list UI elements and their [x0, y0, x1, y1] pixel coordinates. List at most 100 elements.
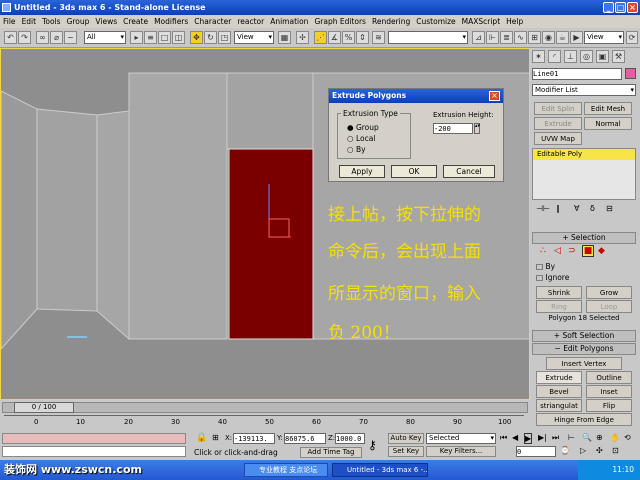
go-to-start-icon[interactable]: ⏮ — [500, 433, 507, 443]
render-scene-icon[interactable]: ☕ — [556, 31, 569, 44]
go-to-end-icon[interactable]: ⏭ — [552, 433, 559, 443]
link-icon[interactable]: ∞ — [36, 31, 49, 44]
select-object-icon[interactable]: ▸ — [130, 31, 143, 44]
radio-by[interactable]: ○ By — [347, 145, 366, 154]
menu-rendering[interactable]: Rendering — [369, 17, 413, 26]
time-slider-track[interactable] — [2, 402, 528, 413]
utilities-tab-icon[interactable]: ⚒ — [612, 50, 625, 63]
maxscript-input[interactable] — [2, 446, 186, 457]
region-select-icon[interactable]: □ — [158, 31, 171, 44]
object-name-field[interactable] — [532, 68, 622, 80]
menu-tools[interactable]: Tools — [39, 17, 63, 26]
edit-polygons-rollout[interactable]: − Edit Polygons — [532, 343, 636, 355]
hierarchy-tab-icon[interactable]: ⊥ — [564, 50, 577, 63]
uvw-map-button[interactable]: UVW Map — [534, 132, 582, 145]
close-button[interactable]: × — [627, 2, 638, 13]
percent-snap-icon[interactable]: % — [342, 31, 355, 44]
mirror-icon[interactable]: ⊿ — [472, 31, 485, 44]
taskbar-item-3dsmax[interactable]: Untitled - 3ds max 6 -... — [332, 463, 428, 477]
normal-button[interactable]: Normal — [584, 117, 632, 130]
inset-button[interactable]: Inset — [586, 385, 632, 398]
zoom-all-icon[interactable]: ⊕ — [596, 433, 603, 442]
menu-create[interactable]: Create — [120, 17, 151, 26]
by-vertex-checkbox[interactable]: □ By — [536, 262, 555, 271]
edit-spline-button[interactable]: Edit Splin — [534, 102, 582, 115]
angle-snap-icon[interactable]: ∡ — [328, 31, 341, 44]
select-scale-icon[interactable]: ◳ — [218, 31, 231, 44]
named-selection-dropdown[interactable] — [388, 31, 468, 44]
selection-filter-dropdown[interactable]: All — [84, 31, 126, 44]
align-icon[interactable]: ⊩ — [486, 31, 499, 44]
add-time-tag-button[interactable]: Add Time Tag — [300, 447, 362, 458]
radio-group[interactable]: ● Group — [347, 123, 379, 132]
ignore-backfacing-checkbox[interactable]: □ Ignore — [536, 273, 569, 282]
arc-rotate-icon[interactable]: ✣ — [596, 446, 603, 455]
make-unique-icon[interactable]: ∀ — [574, 204, 579, 213]
menu-customize[interactable]: Customize — [413, 17, 458, 26]
bind-spacewarp-icon[interactable]: ~ — [64, 31, 77, 44]
select-rotate-icon[interactable]: ↻ — [204, 31, 217, 44]
show-end-result-icon[interactable]: ∥ — [556, 204, 560, 213]
menu-reactor[interactable]: reactor — [234, 17, 267, 26]
maximize-viewport-icon[interactable]: ⊡ — [612, 446, 619, 455]
insert-vertex-button[interactable]: Insert Vertex — [546, 357, 622, 370]
modify-tab-icon[interactable]: ◜ — [548, 50, 561, 63]
y-coordinate-field[interactable] — [284, 433, 326, 444]
menu-maxscript[interactable]: MAXScript — [459, 17, 504, 26]
stack-item-editable-poly[interactable]: Editable Poly — [533, 149, 635, 160]
element-level-icon[interactable]: ◆ — [598, 246, 605, 256]
pin-stack-icon[interactable]: ⊣⊢ — [536, 204, 550, 213]
menu-animation[interactable]: Animation — [267, 17, 311, 26]
select-move-icon[interactable]: ✥ — [190, 31, 203, 44]
border-level-icon[interactable]: ⊃ — [568, 246, 576, 256]
zoom-icon[interactable]: 🔍 — [582, 433, 592, 442]
apply-button[interactable]: Apply — [339, 165, 385, 178]
redo-icon[interactable]: ↷ — [18, 31, 31, 44]
key-filters-button[interactable]: Key Filters... — [426, 446, 496, 457]
object-color-swatch[interactable] — [625, 68, 636, 79]
named-sel-icon[interactable]: ≋ — [372, 31, 385, 44]
previous-frame-icon[interactable]: ◀ — [512, 433, 518, 442]
z-coordinate-field[interactable] — [335, 433, 365, 444]
key-mode-toggle-icon[interactable]: ⊢ — [568, 433, 575, 442]
retriangulate-button[interactable]: striangulat — [536, 399, 582, 412]
selection-rollout-header[interactable]: + Selection — [532, 232, 636, 244]
curve-editor-icon[interactable]: ∿ — [514, 31, 527, 44]
ring-button[interactable]: Ring — [536, 300, 582, 313]
create-tab-icon[interactable]: ✶ — [532, 50, 545, 63]
unlink-icon[interactable]: ⌀ — [50, 31, 63, 44]
quick-render-icon[interactable]: ▶ — [570, 31, 583, 44]
select-manipulate-icon[interactable]: ✢ — [296, 31, 309, 44]
next-frame-icon[interactable]: ▶| — [538, 433, 547, 442]
material-editor-icon[interactable]: ◉ — [542, 31, 555, 44]
edge-level-icon[interactable]: ◁ — [554, 246, 561, 256]
select-by-name-icon[interactable]: ≡ — [144, 31, 157, 44]
ok-button[interactable]: OK — [391, 165, 437, 178]
cancel-button[interactable]: Cancel — [443, 165, 495, 178]
reference-coord-dropdown[interactable]: View — [234, 31, 274, 44]
taskbar-item-forum[interactable]: 专业教程 支点论坛 — [244, 463, 328, 477]
set-key-button[interactable]: Set Key — [388, 446, 424, 457]
lock-selection-icon[interactable]: 🔒 — [196, 433, 207, 443]
menu-file[interactable]: File — [0, 17, 19, 26]
schematic-view-icon[interactable]: ⊞ — [528, 31, 541, 44]
render-last-icon[interactable]: ⟳ — [626, 31, 638, 44]
height-spinner[interactable]: ▴▾ — [474, 123, 480, 134]
extrude-mod-button[interactable]: Extrude — [534, 117, 582, 130]
menu-modifiers[interactable]: Modifiers — [151, 17, 191, 26]
time-config-icon[interactable]: ⌚ — [560, 446, 570, 455]
key-mode-dropdown[interactable]: Selected — [426, 433, 496, 444]
menu-help[interactable]: Help — [503, 17, 526, 26]
soft-selection-rollout[interactable]: + Soft Selection — [532, 330, 636, 342]
dialog-close-button[interactable]: × — [489, 91, 500, 101]
minimize-button[interactable]: _ — [603, 2, 614, 13]
vertex-level-icon[interactable]: ∴ — [540, 246, 546, 256]
outline-button[interactable]: Outline — [586, 371, 632, 384]
modifier-list-dropdown[interactable]: Modifier List — [532, 84, 636, 96]
auto-key-button[interactable]: Auto Key — [388, 433, 424, 444]
current-frame-field[interactable] — [516, 446, 556, 457]
undo-icon[interactable]: ↶ — [4, 31, 17, 44]
render-type-dropdown[interactable]: View — [584, 31, 624, 44]
key-icon[interactable]: ⚷ — [368, 438, 377, 452]
menu-character[interactable]: Character — [191, 17, 234, 26]
